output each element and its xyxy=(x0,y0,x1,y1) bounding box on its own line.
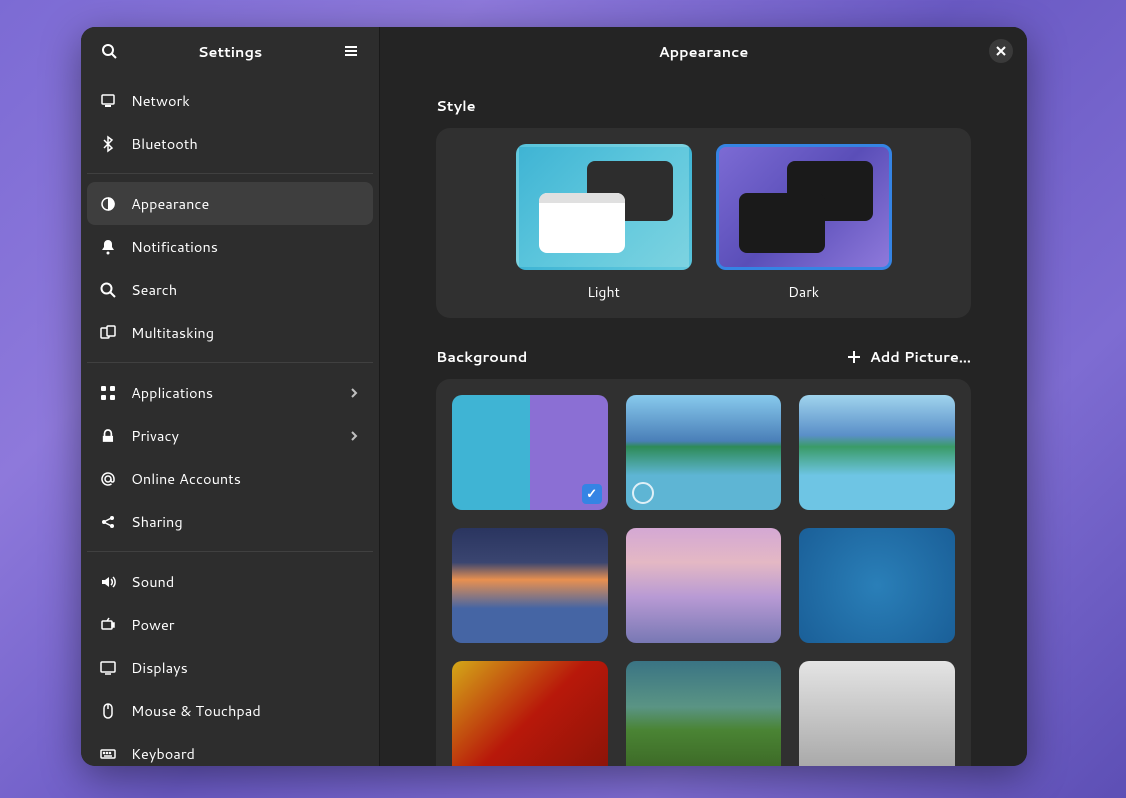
background-thumb-7[interactable] xyxy=(626,661,782,766)
background-thumb-0[interactable] xyxy=(452,395,608,510)
share-icon xyxy=(99,513,117,531)
sidebar-item-label: Multitasking xyxy=(131,322,214,343)
sidebar-item-sound[interactable]: Sound xyxy=(87,560,373,603)
appearance-icon xyxy=(99,195,117,213)
background-thumb-8[interactable] xyxy=(799,661,955,766)
sidebar-item-power[interactable]: Power xyxy=(87,603,373,646)
bluetooth-icon xyxy=(99,135,117,153)
sidebar-item-label: Online Accounts xyxy=(131,468,241,489)
background-card xyxy=(436,379,971,766)
hamburger-icon xyxy=(343,43,359,59)
sidebar-item-label: Notifications xyxy=(131,236,218,257)
sidebar-item-network[interactable]: Network xyxy=(87,79,373,122)
sidebar-item-label: Power xyxy=(131,614,174,635)
plus-icon xyxy=(846,349,862,365)
sidebar-item-privacy[interactable]: Privacy xyxy=(87,414,373,457)
sidebar-title: Settings xyxy=(123,41,337,62)
sidebar-item-label: Sharing xyxy=(131,511,183,532)
sidebar: Settings Network Bluetooth Appearance Notif… xyxy=(81,27,380,766)
sidebar-item-label: Applications xyxy=(131,382,213,403)
search-button[interactable] xyxy=(95,37,123,65)
window-preview-front xyxy=(539,193,625,253)
sidebar-item-keyboard[interactable]: Keyboard xyxy=(87,732,373,766)
background-thumb-5[interactable] xyxy=(799,528,955,643)
style-option-dark[interactable]: Dark xyxy=(716,144,892,302)
add-picture-button[interactable]: Add Picture… xyxy=(846,346,971,367)
settings-window: Settings Network Bluetooth Appearance Notif… xyxy=(81,27,1027,766)
sidebar-item-label: Sound xyxy=(131,571,174,592)
sidebar-item-search[interactable]: Search xyxy=(87,268,373,311)
style-options: Light Dark xyxy=(452,144,955,302)
sidebar-item-label: Appearance xyxy=(131,193,209,214)
at-icon xyxy=(99,470,117,488)
style-section-label: Style xyxy=(436,95,971,116)
search-icon xyxy=(101,43,117,59)
window-preview-front xyxy=(739,193,825,253)
background-thumb-4[interactable] xyxy=(626,528,782,643)
power-icon xyxy=(99,616,117,634)
sidebar-separator xyxy=(87,173,373,174)
close-button[interactable] xyxy=(989,39,1013,63)
sidebar-item-displays[interactable]: Displays xyxy=(87,646,373,689)
sidebar-item-appearance[interactable]: Appearance xyxy=(87,182,373,225)
sidebar-separator xyxy=(87,362,373,363)
sidebar-separator xyxy=(87,551,373,552)
sidebar-item-sharing[interactable]: Sharing xyxy=(87,500,373,543)
privacy-icon xyxy=(99,427,117,445)
add-picture-label: Add Picture… xyxy=(870,346,971,367)
chevron-right-icon xyxy=(347,429,361,443)
sidebar-item-label: Keyboard xyxy=(131,743,195,764)
main-header: Appearance xyxy=(380,27,1027,75)
background-section-label: Background xyxy=(436,346,527,367)
main-content: Style Light Dark Background Add Picture… xyxy=(380,75,1027,766)
background-section-header: Background Add Picture… xyxy=(436,346,971,367)
multitasking-icon xyxy=(99,324,117,342)
sidebar-item-label: Search xyxy=(131,279,177,300)
style-thumb-light xyxy=(516,144,692,270)
sidebar-item-online-accounts[interactable]: Online Accounts xyxy=(87,457,373,500)
sidebar-item-label: Mouse & Touchpad xyxy=(131,700,261,721)
style-card: Light Dark xyxy=(436,128,971,318)
sidebar-item-applications[interactable]: Applications xyxy=(87,371,373,414)
sidebar-item-notifications[interactable]: Notifications xyxy=(87,225,373,268)
menu-button[interactable] xyxy=(337,37,365,65)
sidebar-item-label: Privacy xyxy=(131,425,179,446)
sidebar-list: Network Bluetooth Appearance Notifications S… xyxy=(81,75,379,766)
network-icon xyxy=(99,92,117,110)
background-thumb-2[interactable] xyxy=(799,395,955,510)
style-thumb-dark xyxy=(716,144,892,270)
bell-icon xyxy=(99,238,117,256)
display-icon xyxy=(99,659,117,677)
style-label: Dark xyxy=(788,282,819,302)
sidebar-item-label: Displays xyxy=(131,657,188,678)
keyboard-icon xyxy=(99,745,117,763)
sidebar-header: Settings xyxy=(81,27,379,75)
chevron-right-icon xyxy=(347,386,361,400)
background-thumb-6[interactable] xyxy=(452,661,608,766)
background-thumb-1[interactable] xyxy=(626,395,782,510)
search-icon xyxy=(99,281,117,299)
background-thumb-3[interactable] xyxy=(452,528,608,643)
main-panel: Appearance Style Light Dark Background Ad… xyxy=(380,27,1027,766)
background-grid xyxy=(452,395,955,766)
sidebar-item-label: Network xyxy=(131,90,190,111)
style-option-light[interactable]: Light xyxy=(516,144,692,302)
sidebar-item-bluetooth[interactable]: Bluetooth xyxy=(87,122,373,165)
sound-icon xyxy=(99,573,117,591)
page-title: Appearance xyxy=(659,41,749,62)
mouse-icon xyxy=(99,702,117,720)
sidebar-item-mouse-touchpad[interactable]: Mouse & Touchpad xyxy=(87,689,373,732)
sidebar-item-multitasking[interactable]: Multitasking xyxy=(87,311,373,354)
sidebar-item-label: Bluetooth xyxy=(131,133,198,154)
apps-icon xyxy=(99,384,117,402)
close-icon xyxy=(996,46,1006,56)
style-label: Light xyxy=(587,282,620,302)
